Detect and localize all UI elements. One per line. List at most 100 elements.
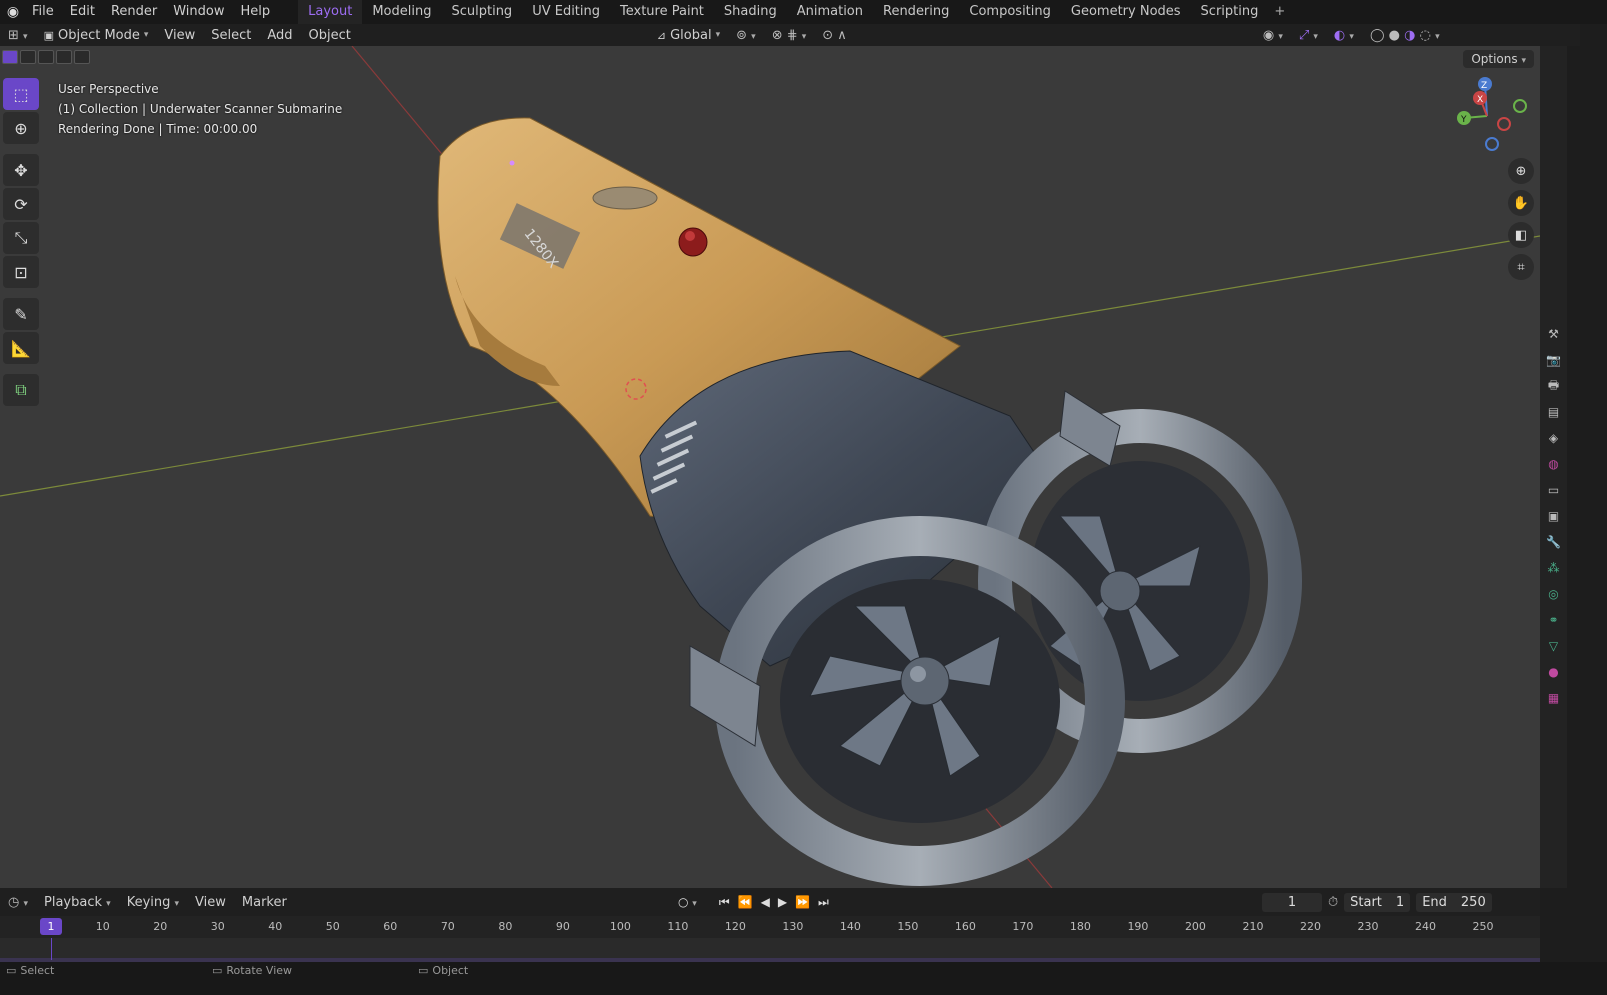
jump-start-icon[interactable]: ⏮: [719, 895, 730, 910]
start-frame-field[interactable]: Start 1: [1344, 892, 1411, 912]
menu-view[interactable]: View: [156, 28, 203, 43]
menu-keying[interactable]: Keying ▾: [119, 895, 187, 910]
mode-label: Object Mode: [57, 27, 140, 43]
menu-timeline-view[interactable]: View: [187, 895, 234, 910]
annotate-tool-icon[interactable]: ✎: [3, 298, 39, 330]
object-properties-icon[interactable]: ▣: [1546, 508, 1562, 524]
tab-uv-editing[interactable]: UV Editing: [522, 0, 610, 24]
move-tool-icon[interactable]: ✥: [3, 154, 39, 186]
orientation-icon: ⊿: [656, 28, 667, 42]
play-reverse-icon[interactable]: ◀: [761, 895, 770, 909]
texture-properties-icon[interactable]: ▦: [1546, 690, 1562, 706]
ruler-tick-label: 30: [210, 920, 225, 933]
menu-object[interactable]: Object: [301, 28, 359, 43]
output-properties-icon[interactable]: 🖶: [1546, 378, 1562, 394]
playhead[interactable]: [51, 938, 52, 960]
shading-modes-icon[interactable]: ◯ ● ◑ ◌ ▾: [1362, 28, 1448, 43]
view-layer-icon[interactable]: ▤: [1546, 404, 1562, 420]
physics-icon[interactable]: ◎: [1546, 586, 1562, 602]
current-frame-marker[interactable]: 1: [40, 918, 62, 935]
pivot-icon[interactable]: ⊚ ▾: [728, 28, 764, 43]
tab-texture-paint[interactable]: Texture Paint: [610, 0, 714, 24]
3d-viewport[interactable]: 1280X User Perspective (1) Collection | …: [0, 46, 1540, 888]
transform-tool-icon[interactable]: ⊡: [3, 256, 39, 288]
editor-type-icon[interactable]: ⊞ ▾: [0, 28, 36, 43]
rotate-tool-icon[interactable]: ⟳: [3, 188, 39, 220]
zoom-icon[interactable]: ⊕: [1508, 158, 1534, 184]
menu-select[interactable]: Select: [203, 28, 259, 43]
ruler-tick-label: 190: [1127, 920, 1149, 933]
material-properties-icon[interactable]: ●: [1546, 664, 1562, 680]
data-properties-icon[interactable]: ▽: [1546, 638, 1562, 654]
overlay-toggle-icon[interactable]: ◐ ▾: [1326, 28, 1362, 43]
collection-properties-icon[interactable]: ▭: [1546, 482, 1562, 498]
menu-file[interactable]: File: [24, 0, 62, 24]
select-new-icon[interactable]: [2, 50, 18, 64]
tool-properties-icon[interactable]: ⚒: [1546, 326, 1562, 342]
navigation-gizmo[interactable]: Z Y X: [1442, 76, 1532, 156]
constraints-icon[interactable]: ⚭: [1546, 612, 1562, 628]
jump-keyframe-back-icon[interactable]: ⏪: [738, 895, 753, 909]
select-invert-icon[interactable]: [56, 50, 72, 64]
snap-icon[interactable]: ⊗ ⋕ ▾: [764, 28, 815, 43]
timeline-body[interactable]: [0, 938, 1540, 960]
ruler-tick-label: 80: [498, 920, 513, 933]
render-properties-icon[interactable]: 📷: [1546, 352, 1562, 368]
navigation-tools: ⊕ ✋ ◧ ⌗: [1508, 158, 1534, 280]
tab-rendering[interactable]: Rendering: [873, 0, 959, 24]
select-extend-icon[interactable]: [20, 50, 36, 64]
measure-tool-icon[interactable]: 📐: [3, 332, 39, 364]
timeline-editor-icon[interactable]: ◷ ▾: [0, 895, 36, 910]
modifier-properties-icon[interactable]: 🔧: [1546, 534, 1562, 550]
jump-keyframe-forward-icon[interactable]: ⏩: [795, 895, 810, 909]
menu-playback[interactable]: Playback ▾: [36, 895, 119, 910]
menu-marker[interactable]: Marker: [234, 895, 295, 910]
mode-dropdown[interactable]: ▣ Object Mode ▾: [36, 28, 157, 43]
auto-keying-icon[interactable]: ○ ▾: [678, 895, 697, 909]
gizmo-toggle-icon[interactable]: ⤢ ▾: [1291, 28, 1326, 43]
tab-sculpting[interactable]: Sculpting: [441, 0, 522, 24]
select-subtract-icon[interactable]: [38, 50, 54, 64]
select-box-tool-icon[interactable]: ⬚: [3, 78, 39, 110]
camera-view-icon[interactable]: ◧: [1508, 222, 1534, 248]
visibility-icon[interactable]: ◉ ▾: [1255, 28, 1291, 43]
menu-render[interactable]: Render: [103, 0, 165, 24]
timeline-header: ◷ ▾ Playback ▾ Keying ▾ View Marker ○ ▾ …: [0, 888, 1540, 916]
menu-window[interactable]: Window: [165, 0, 232, 24]
ortho-grid-icon[interactable]: ⌗: [1508, 254, 1534, 280]
status-rotate-view: ▭ Rotate View: [212, 964, 293, 977]
ruler-tick-label: 120: [724, 920, 746, 933]
tab-scripting[interactable]: Scripting: [1191, 0, 1269, 24]
jump-end-icon[interactable]: ⏭: [818, 895, 829, 910]
frame-ruler[interactable]: 1 10 20 30 40 50 60 70 80 90 100 110 120 130 140 150 160…: [0, 916, 1540, 938]
play-icon[interactable]: ▶: [778, 895, 787, 909]
tab-geometry-nodes[interactable]: Geometry Nodes: [1061, 0, 1191, 24]
tab-shading[interactable]: Shading: [714, 0, 787, 24]
current-frame-field[interactable]: 1: [1262, 892, 1322, 912]
particles-icon[interactable]: ⁂: [1546, 560, 1562, 576]
tab-animation[interactable]: Animation: [787, 0, 873, 24]
end-frame-field[interactable]: End 250: [1416, 892, 1492, 912]
pan-hand-icon[interactable]: ✋: [1508, 190, 1534, 216]
proportional-edit-icon[interactable]: ⊙ ∧: [814, 28, 855, 43]
tab-compositing[interactable]: Compositing: [959, 0, 1061, 24]
tab-layout[interactable]: Layout: [298, 0, 363, 24]
options-dropdown[interactable]: Options ▾: [1463, 50, 1534, 68]
stopwatch-icon[interactable]: ⏱: [1328, 895, 1338, 910]
scene-properties-icon[interactable]: ◈: [1546, 430, 1562, 446]
add-workspace-icon[interactable]: +: [1268, 0, 1291, 24]
menu-help[interactable]: Help: [233, 0, 279, 24]
world-properties-icon[interactable]: ◍: [1546, 456, 1562, 472]
ruler-tick-label: 160: [954, 920, 976, 933]
menu-edit[interactable]: Edit: [62, 0, 103, 24]
cursor-tool-icon[interactable]: ⊕: [3, 112, 39, 144]
select-intersect-icon[interactable]: [74, 50, 90, 64]
menu-add[interactable]: Add: [259, 28, 300, 43]
status-select: ▭ Select: [6, 964, 55, 977]
blender-logo-icon[interactable]: ◉: [2, 1, 24, 23]
tab-modeling[interactable]: Modeling: [362, 0, 441, 24]
scale-tool-icon[interactable]: ⤡: [3, 222, 39, 254]
orientation-dropdown[interactable]: ⊿ Global ▾: [649, 28, 728, 43]
add-cube-tool-icon[interactable]: ⧉: [3, 374, 39, 406]
collection-label: (1) Collection | Underwater Scanner Subm…: [58, 102, 343, 116]
